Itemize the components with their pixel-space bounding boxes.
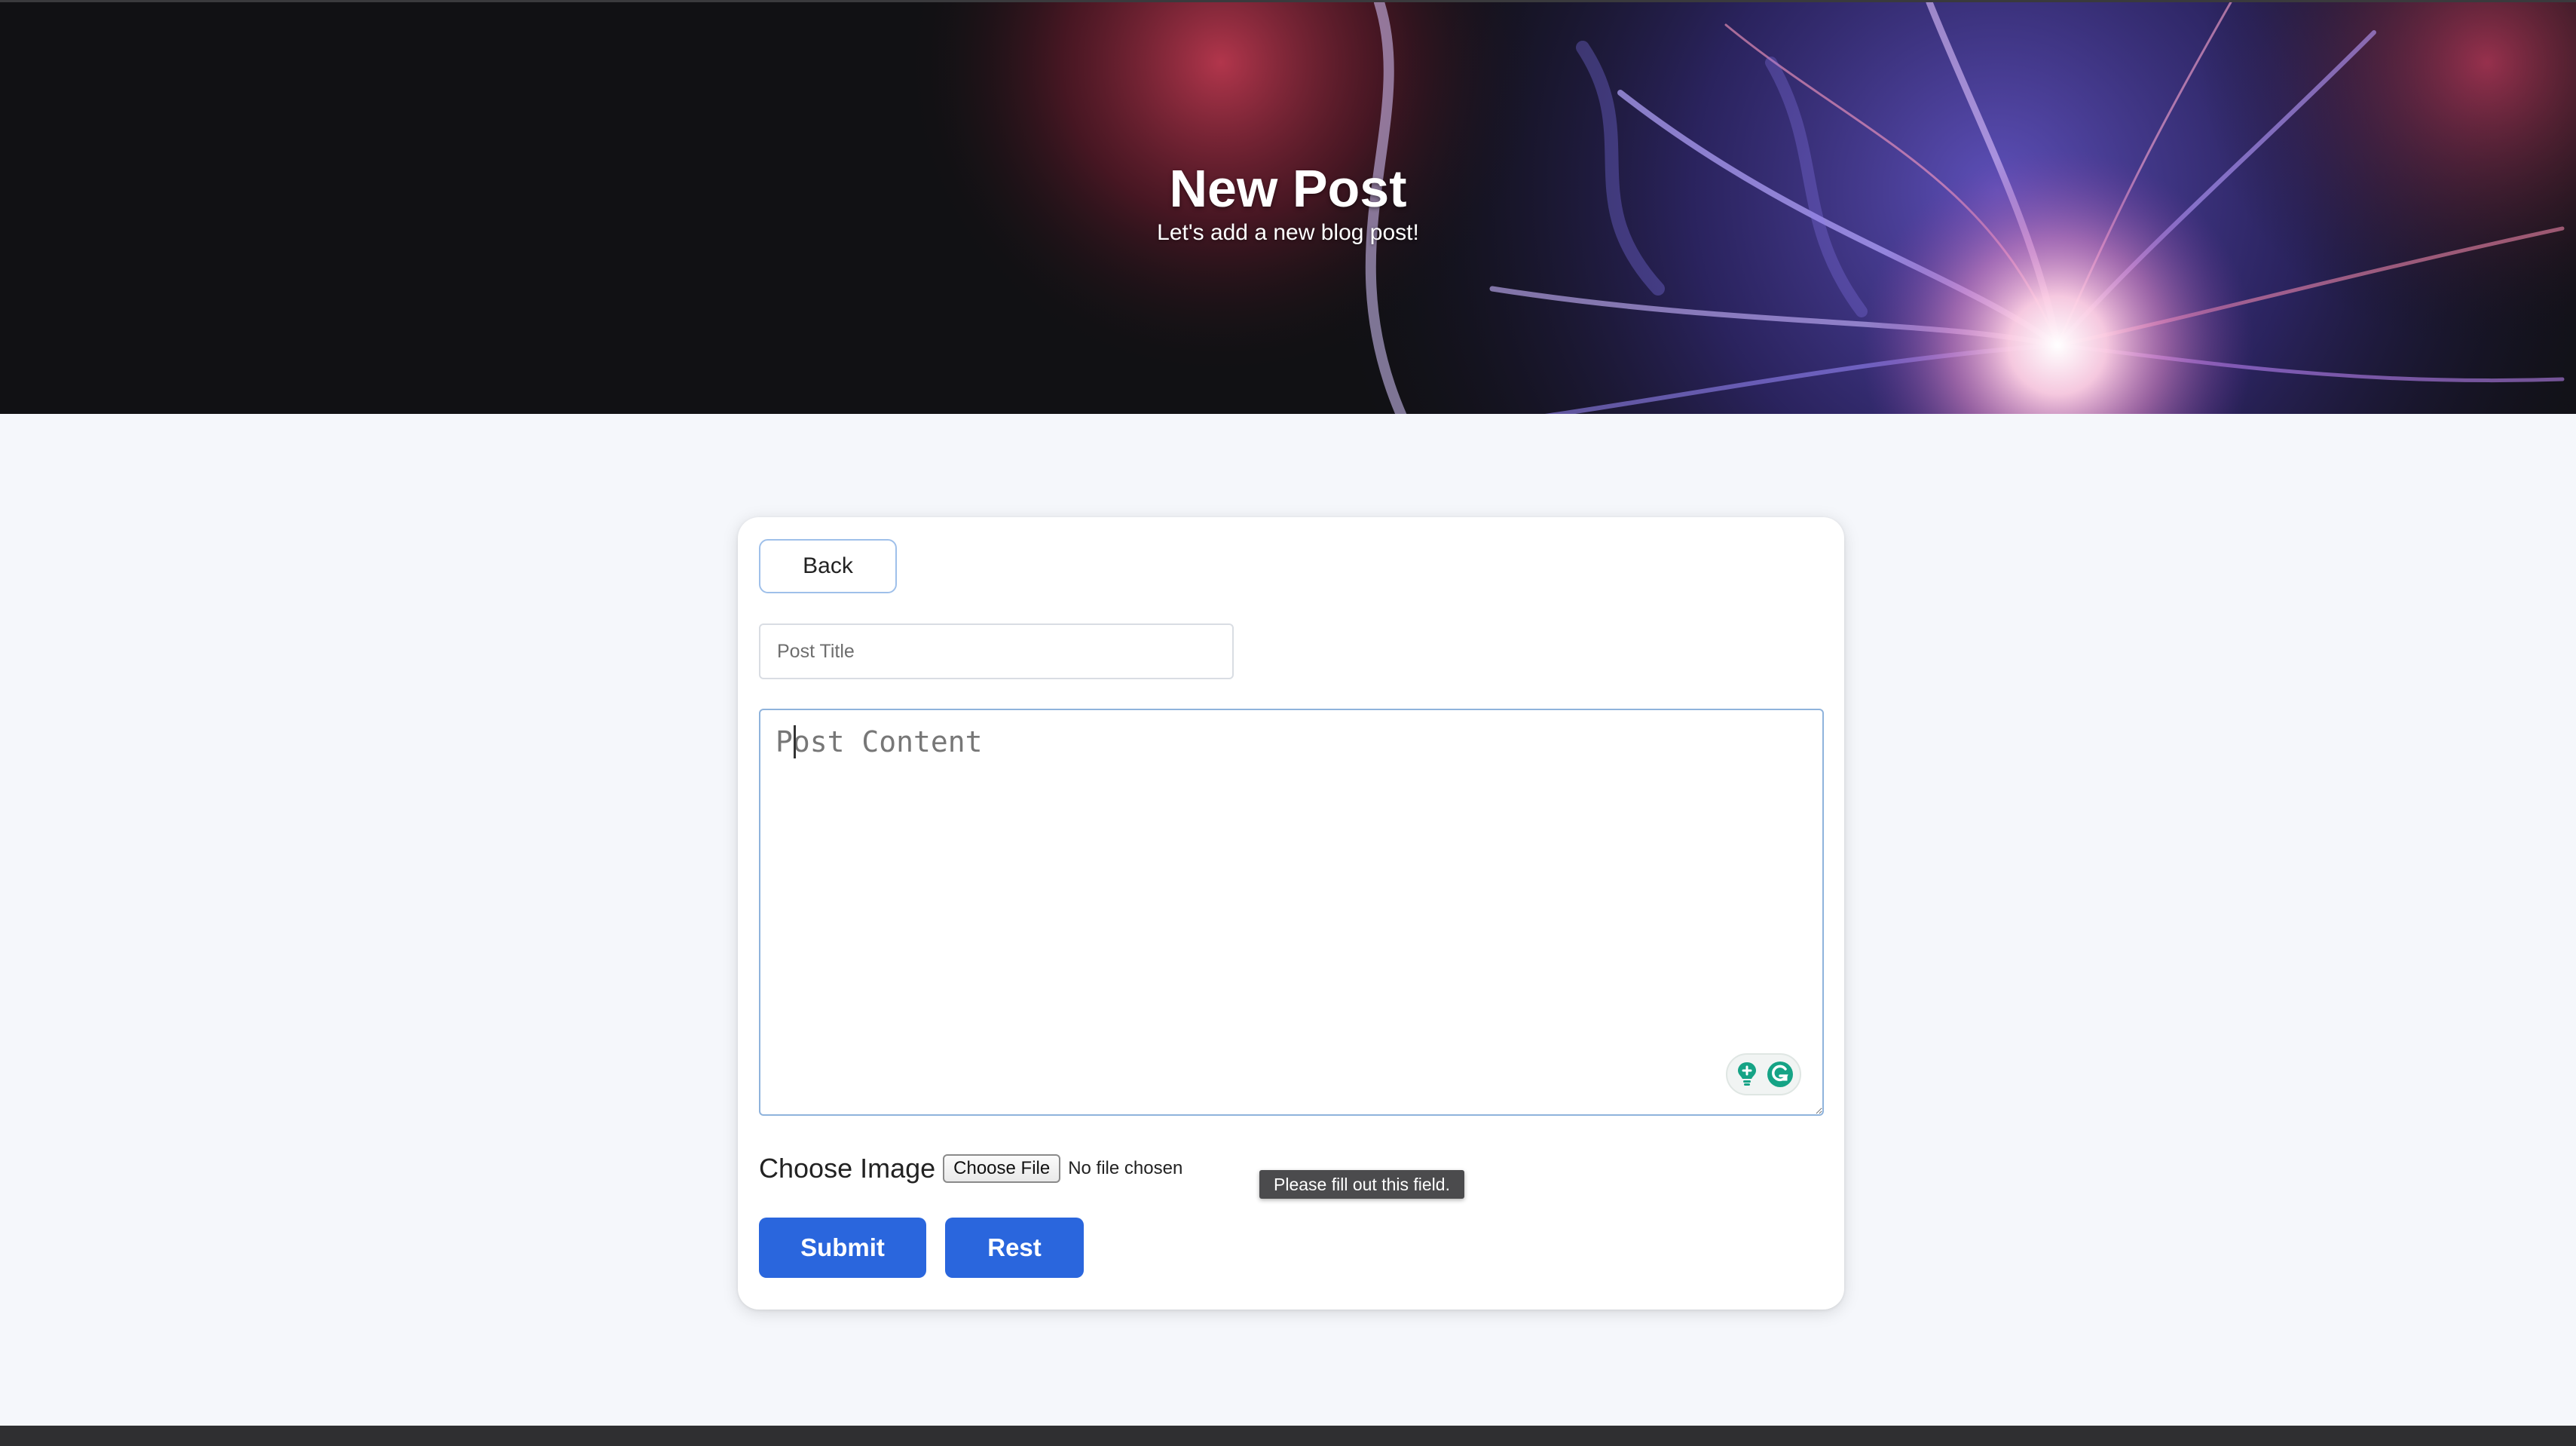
grammarly-g-icon[interactable] xyxy=(1766,1060,1794,1089)
footer-bar xyxy=(0,1426,2576,1446)
page-title: New Post xyxy=(1169,159,1407,218)
hero-text: New Post Let's add a new blog post! xyxy=(0,157,2576,247)
text-caret xyxy=(794,725,796,758)
choose-file-button[interactable]: Choose File xyxy=(943,1154,1061,1183)
submit-button[interactable]: Submit xyxy=(759,1218,926,1278)
validation-tooltip: Please fill out this field. xyxy=(1259,1170,1464,1199)
back-button[interactable]: Back xyxy=(759,539,897,593)
lightbulb-plus-icon[interactable] xyxy=(1733,1060,1761,1089)
grammarly-widget[interactable] xyxy=(1726,1053,1801,1095)
hero-banner: New Post Let's add a new blog post! xyxy=(0,0,2576,414)
page-subtitle: Let's add a new blog post! xyxy=(1157,220,1419,245)
file-status-text: No file chosen xyxy=(1068,1158,1183,1178)
post-content-textarea[interactable] xyxy=(759,709,1824,1116)
image-upload-row: Choose Image Choose File No file chosen xyxy=(759,1150,1182,1187)
page: New Post Let's add a new blog post! Back… xyxy=(0,0,2576,1446)
reset-button[interactable]: Rest xyxy=(945,1218,1084,1278)
post-title-input[interactable] xyxy=(759,623,1234,679)
choose-image-label: Choose Image xyxy=(759,1153,936,1184)
